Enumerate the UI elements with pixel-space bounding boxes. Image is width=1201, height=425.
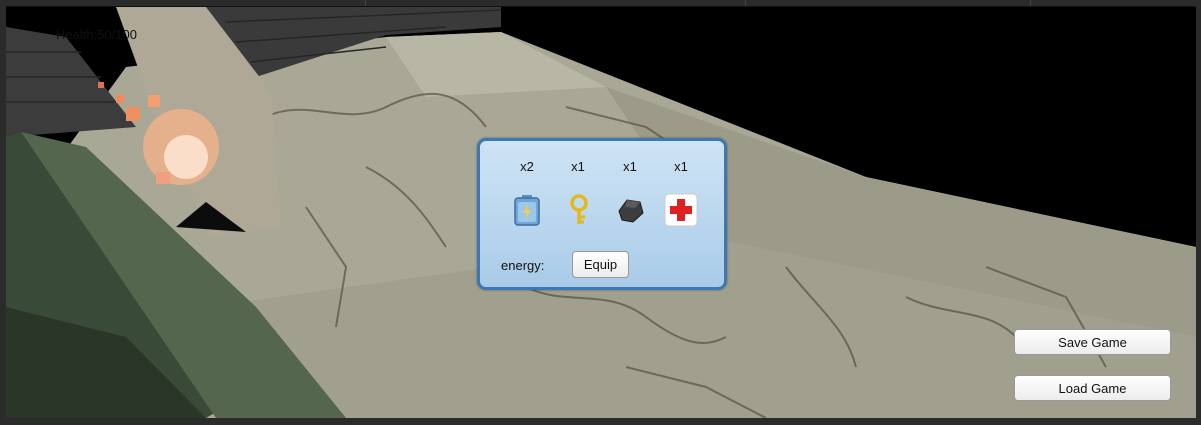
editor-bottom-bar (0, 418, 1201, 425)
inventory-panel: x2 x1 x1 x1 energy: Equip (477, 138, 727, 290)
equip-button[interactable]: Equip (572, 251, 629, 278)
game-viewport[interactable]: Health:50/100 x2 x1 x1 x1 energy: Equip … (6, 7, 1196, 418)
energy-label: energy: (501, 258, 545, 273)
item-count: x2 (520, 159, 534, 174)
item-count: x1 (674, 159, 688, 174)
health-display: Health:50/100 (56, 27, 137, 42)
item-count: x1 (571, 159, 585, 174)
editor-top-bar (0, 0, 1201, 7)
right-border (1196, 6, 1201, 418)
load-game-button[interactable]: Load Game (1014, 375, 1171, 401)
item-count: x1 (623, 159, 637, 174)
save-game-button[interactable]: Save Game (1014, 329, 1171, 355)
game-window: Health:50/100 x2 x1 x1 x1 energy: Equip … (0, 0, 1201, 425)
battery-icon[interactable] (510, 193, 544, 227)
stone-icon[interactable] (613, 193, 647, 227)
key-icon[interactable] (562, 193, 596, 227)
medkit-icon[interactable] (664, 193, 698, 227)
